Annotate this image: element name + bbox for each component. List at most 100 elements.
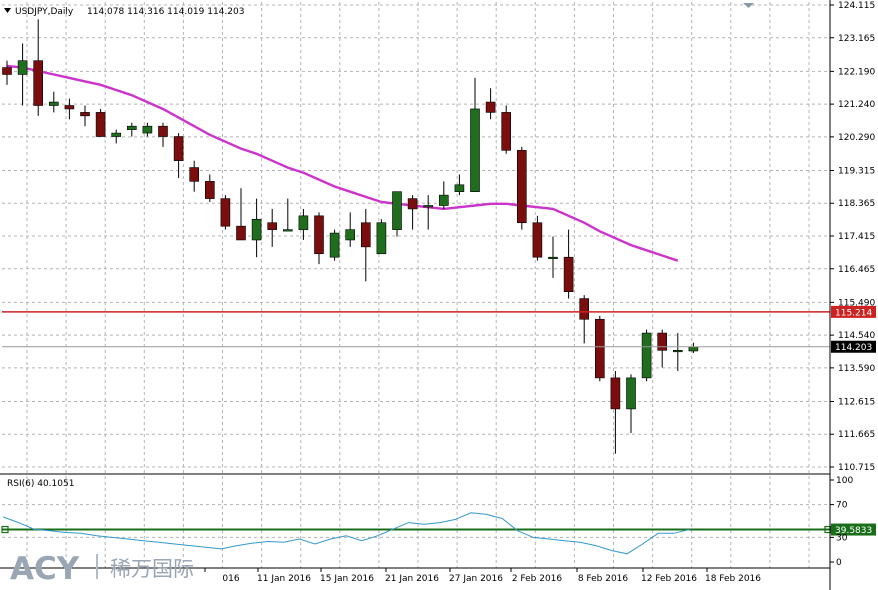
y-tick-label: 116.465	[838, 265, 875, 275]
candle	[111, 129, 121, 144]
candle-body	[345, 229, 356, 241]
candle-body	[189, 167, 199, 182]
candle-body	[532, 222, 543, 258]
y-tick-label: 111.665	[838, 430, 875, 440]
candle-body	[641, 332, 652, 379]
candle	[641, 329, 652, 382]
candle-body	[17, 60, 28, 75]
x-tick-label: 016	[222, 574, 239, 584]
candle	[501, 105, 512, 154]
candle	[657, 329, 668, 368]
candle-body	[267, 222, 278, 230]
x-tick-label: 12 Feb 2016	[641, 574, 697, 584]
candle	[267, 208, 278, 247]
candle	[251, 198, 262, 258]
candle-body	[314, 215, 324, 255]
candle-body	[548, 256, 558, 260]
rsi-tick-label: 0	[836, 558, 842, 568]
candle-body	[407, 198, 418, 210]
candle-body	[142, 125, 153, 134]
candle	[454, 174, 465, 196]
y-tick-label: 122.190	[838, 67, 875, 77]
y-tick-label: 112.615	[838, 397, 875, 407]
candle-body	[657, 332, 668, 351]
moving-average	[6, 64, 679, 262]
watermark-brand: ACY	[10, 551, 80, 587]
candle	[563, 229, 574, 299]
candle	[407, 195, 418, 230]
y-tick-label: 113.590	[838, 364, 875, 374]
x-tick-label: 18 Feb 2016	[705, 574, 761, 584]
candle-body	[360, 222, 371, 248]
x-tick-label: 27 Jan 2016	[449, 574, 503, 584]
candle-body	[173, 136, 184, 161]
chart-window: 115.214 114.203 39.5833 124.115 123.165 122…	[0, 0, 878, 590]
chart-menu-arrow-icon[interactable]	[4, 8, 11, 13]
grid	[2, 2, 830, 568]
candle	[532, 215, 543, 261]
usdjpy-chart: 115.214 114.203 39.5833 124.115 123.165 122…	[0, 0, 876, 590]
candle-body	[516, 150, 527, 224]
candle	[438, 181, 449, 209]
candle-body	[454, 184, 465, 192]
candle-body	[158, 125, 168, 137]
candle-body	[470, 108, 480, 192]
candle-body	[423, 205, 434, 208]
y-tick-label: 119.315	[838, 166, 875, 176]
candle	[314, 212, 324, 265]
candle	[158, 122, 168, 147]
candle	[95, 108, 106, 137]
candle	[688, 342, 699, 354]
candle	[423, 195, 434, 230]
candle	[189, 160, 199, 192]
price-lines: 115.214 114.203	[2, 305, 876, 353]
y-tick-label: 115.490	[838, 298, 875, 308]
candle	[610, 370, 621, 454]
candle	[17, 43, 28, 106]
rsi-line	[2, 512, 690, 555]
candle	[376, 219, 387, 255]
candle	[205, 174, 215, 203]
acy-watermark: ACY 稀万国际	[10, 551, 194, 587]
y-tick-label: 117.415	[838, 232, 875, 242]
candle-body	[376, 222, 387, 255]
y-tick-label: 118.365	[838, 199, 875, 209]
x-tick-label: 15 Jan 2016	[320, 574, 374, 584]
candle-body	[610, 377, 621, 410]
rsi-tick-label: 100	[836, 476, 853, 486]
candle-body	[626, 377, 636, 410]
rsi-label: RSI(6) 40.1051	[7, 479, 74, 489]
watermark-divider	[96, 554, 98, 579]
ohlc-readout: 114.078 114.316 114.019 114.203	[87, 7, 244, 17]
x-tick-label: 2 Feb 2016	[512, 574, 563, 584]
current-price-label: 114.203	[835, 343, 872, 353]
candle-body	[329, 232, 340, 258]
axes: 124.115 123.165 122.190 121.240 120.290 119.3…	[0, 0, 875, 590]
candle-body	[672, 349, 683, 353]
candle-body	[205, 181, 215, 199]
candle-body	[563, 256, 574, 292]
rsi-tick-label: 30	[836, 533, 848, 543]
candle	[516, 146, 527, 230]
candle	[173, 133, 184, 178]
candlesticks	[2, 19, 699, 454]
candle-body	[282, 229, 293, 232]
y-tick-label: 110.715	[838, 463, 875, 473]
candle-body	[33, 60, 44, 106]
watermark-chinese: 稀万国际	[110, 557, 194, 581]
y-tick-label: 121.240	[838, 100, 875, 110]
candle	[548, 236, 558, 278]
candle-body	[80, 112, 90, 117]
candle-body	[111, 132, 121, 137]
candle	[33, 19, 44, 116]
candle	[579, 295, 590, 344]
candle-body	[438, 194, 449, 206]
candle	[220, 195, 231, 230]
candle	[345, 212, 356, 247]
candle	[2, 60, 12, 85]
candle-body	[688, 346, 699, 352]
candle-body	[64, 105, 75, 110]
candle-body	[594, 318, 605, 379]
candle-body	[501, 112, 512, 151]
candle	[594, 315, 605, 382]
